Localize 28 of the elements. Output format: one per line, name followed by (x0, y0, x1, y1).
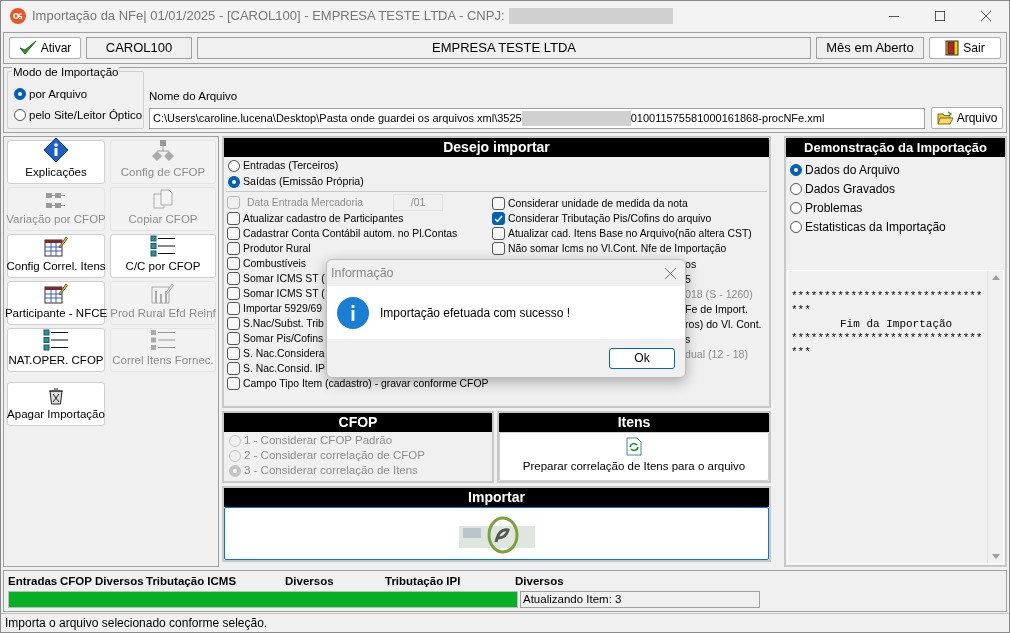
field-label: Nome do Arquivo (149, 88, 239, 104)
section-header: CFOP (224, 413, 492, 432)
column-header: Entradas (8, 574, 59, 590)
checkbox-label: 018 (S - 1260) (685, 286, 753, 301)
progress-message: Atualizando Item: 3 (520, 591, 760, 608)
section-header: Itens (499, 413, 769, 432)
column-header: Tributação ICMS (146, 574, 238, 590)
checkbox-label: dual (12 - 18) (685, 346, 748, 361)
dialog-message: Importação efetuada com sucesso ! (380, 304, 571, 322)
column-header: CFOP (60, 574, 93, 590)
column-header: Diversos (515, 574, 565, 590)
user-field: CAROL100 (86, 37, 192, 59)
dialog-title: Informação (331, 264, 394, 282)
section-header: Desejo importar (224, 138, 769, 157)
checkbox-label: Fe de Import. (685, 301, 748, 316)
column-header: Diversos (285, 574, 335, 590)
section-header: Demonstração da Importação (786, 138, 1005, 157)
checkbox-label: s (685, 331, 691, 346)
company-field: EMPRESA TESTE LTDA (197, 37, 811, 59)
checkbox-label: ros) do Vl. Cont. (685, 316, 762, 331)
window-title: Importação da NFe| 01/01/2025 - [CAROL100] - EMPRESA TESTE LTDA - CNPJ: (32, 7, 505, 26)
column-header: Diversos (95, 574, 145, 590)
checkbox-label: 5 (685, 271, 691, 286)
status-bar: Importa o arquivo selecionado conforme seleção. (1, 613, 1009, 632)
period-field: Mês em Aberto (816, 37, 924, 59)
column-header: Tributação IPI (385, 574, 462, 590)
section-header: Importar (224, 488, 769, 507)
checkbox-label: os (685, 256, 697, 271)
